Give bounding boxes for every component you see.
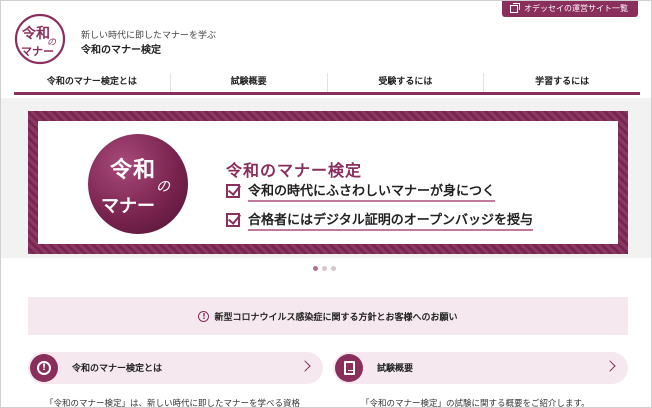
card-description: 「令和のマナー検定」の試験に関する概要をご紹介します。 (361, 399, 590, 408)
site-tagline: 新しい時代に即したマナーを学ぶ (81, 31, 217, 41)
site-header: 令和 の マナー 新しい時代に即したマナーを学ぶ 令和のマナー検定 オデッセイの… (1, 1, 651, 73)
hero-point: 合格者にはデジタル証明のオープンバッジを授与 (226, 209, 533, 231)
hero-logo-text-bottom: マナー (101, 196, 155, 217)
checkbox-check-icon (226, 213, 240, 227)
exclamation-circle-icon: ! (198, 310, 210, 322)
notice-text: 新型コロナウイルス感染症に関する方針とお客様へのお願い (214, 312, 458, 323)
hero-point: 令和の時代にふさわしいマナーが身につく (226, 180, 496, 202)
logo-text-top: 令和 (21, 25, 50, 42)
hero-logo-text-no: の (156, 179, 170, 195)
card-exam-overview[interactable]: 試験概要 (333, 352, 628, 384)
slider-dot[interactable] (322, 266, 327, 271)
page-frame: 令和 の マナー 新しい時代に即したマナーを学ぶ 令和のマナー検定 オデッセイの… (0, 0, 652, 408)
card-about[interactable]: ! 令和のマナー検定とは (28, 352, 323, 384)
checkbox-check-icon (226, 184, 240, 198)
hero-banner[interactable]: 令和 の マナー 令和のマナー検定 令和の時代にふさわしいマナーが身につく 合格… (28, 111, 628, 254)
hero-logo: 令和 の マナー (88, 134, 188, 234)
nav-item-how-to-apply[interactable]: 受験するには (326, 73, 484, 92)
document-icon (344, 361, 355, 375)
slider-dot[interactable] (313, 266, 318, 271)
external-sites-label: オデッセイの運営サイト一覧 (524, 4, 628, 13)
exclamation-icon: ! (37, 361, 51, 375)
hero-heading: 令和のマナー検定 (226, 161, 363, 180)
hero-inner: 令和 の マナー 令和のマナー検定 令和の時代にふさわしいマナーが身につく 合格… (38, 121, 618, 244)
site-logo[interactable]: 令和 の マナー (14, 13, 66, 65)
card-icon-circle: ! (30, 354, 58, 382)
covid-notice-banner[interactable]: ! 新型コロナウイルス感染症に関する方針とお客様へのお願い (28, 297, 628, 335)
main-nav: 令和のマナー検定とは 試験概要 受験するには 学習するには (14, 73, 640, 95)
card-description: 「令和のマナー検定」は、新しい時代に即したマナーを学べる資格 (45, 399, 301, 408)
slider-dot[interactable] (331, 266, 336, 271)
nav-item-how-to-study[interactable]: 学習するには (483, 73, 640, 92)
nav-item-about[interactable]: 令和のマナー検定とは (14, 73, 170, 92)
hero-logo-text-top: 令和 (110, 157, 157, 183)
chevron-right-icon (299, 360, 311, 372)
card-label: 令和のマナー検定とは (72, 364, 163, 374)
hero-point-text: 合格者にはデジタル証明のオープンバッジを授与 (248, 209, 533, 231)
card-label: 試験概要 (377, 364, 414, 374)
slider-dots (313, 266, 336, 271)
chevron-right-icon (604, 360, 616, 372)
logo-text-bottom: マナー (21, 45, 54, 58)
nav-item-exam-overview[interactable]: 試験概要 (169, 73, 327, 92)
external-link-icon (510, 3, 520, 13)
site-title[interactable]: 令和のマナー検定 (81, 41, 161, 56)
hero-point-text: 令和の時代にふさわしいマナーが身につく (248, 180, 496, 202)
card-icon-circle (335, 354, 363, 382)
external-sites-link[interactable]: オデッセイの運営サイト一覧 (502, 1, 638, 17)
